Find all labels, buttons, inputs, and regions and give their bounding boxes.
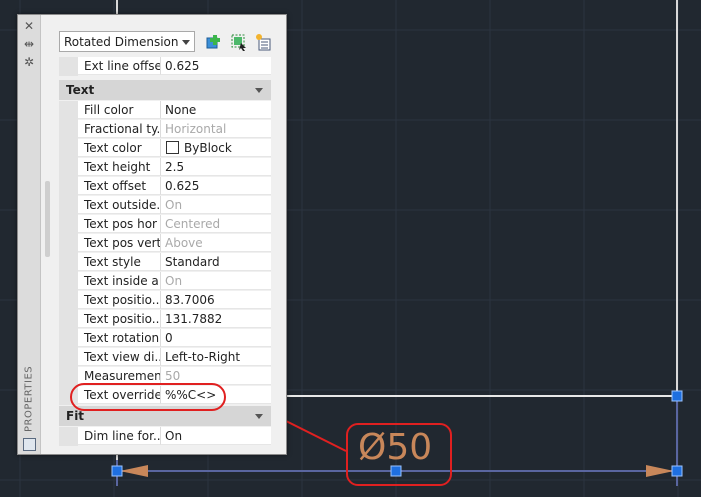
property-value[interactable]: 0.625 bbox=[161, 57, 271, 75]
property-value[interactable]: None bbox=[161, 101, 271, 119]
property-row[interactable]: Text pos hor Centered bbox=[59, 215, 271, 234]
palette-options-icon[interactable] bbox=[23, 438, 36, 451]
property-row[interactable]: Text outside... On bbox=[59, 196, 271, 215]
property-name: Text pos vert bbox=[78, 234, 161, 252]
property-row[interactable]: Text inside a...On bbox=[59, 272, 271, 291]
property-row[interactable]: Text pos vert Above bbox=[59, 234, 271, 253]
property-value: Above bbox=[161, 234, 271, 252]
property-value: Horizontal bbox=[161, 120, 271, 138]
property-name: Fill color bbox=[78, 101, 161, 119]
property-name: Text pos hor bbox=[78, 215, 161, 233]
property-name: Dim line for... bbox=[78, 427, 161, 445]
property-value[interactable]: On bbox=[161, 427, 271, 445]
property-value[interactable]: 2.5 bbox=[161, 158, 271, 176]
property-row[interactable]: Fill color None bbox=[59, 101, 271, 120]
color-swatch-icon bbox=[166, 141, 179, 154]
property-value[interactable]: 0.625 bbox=[161, 177, 271, 195]
property-row[interactable]: Text positio... 83.7006 bbox=[59, 291, 271, 310]
property-name: Text positio... bbox=[78, 291, 161, 309]
property-name: Text height bbox=[78, 158, 161, 176]
annotation-circle-dimension bbox=[346, 423, 452, 486]
property-row[interactable]: Text view di... Left-to-Right bbox=[59, 348, 271, 367]
property-name: Text view di... bbox=[78, 348, 161, 366]
property-row[interactable]: Text offset 0.625 bbox=[59, 177, 271, 196]
property-row[interactable]: Text rotation 0 bbox=[59, 329, 271, 348]
object-type-select[interactable]: Rotated Dimension bbox=[59, 31, 195, 52]
property-grid-scrollbar[interactable] bbox=[273, 57, 285, 449]
section-header-text[interactable]: Text bbox=[59, 80, 271, 100]
grip-right[interactable] bbox=[671, 465, 683, 477]
property-name: Text rotation bbox=[78, 329, 161, 347]
property-name: Text positio... bbox=[78, 310, 161, 328]
property-name: Fractional ty... bbox=[78, 120, 161, 138]
annotation-circle-override bbox=[70, 383, 226, 411]
property-value: On bbox=[161, 272, 271, 290]
property-row[interactable]: Text height 2.5 bbox=[59, 158, 271, 177]
property-value[interactable]: Left-to-Right bbox=[161, 348, 271, 366]
property-name: Text style bbox=[78, 253, 161, 271]
property-value: On bbox=[161, 196, 271, 214]
settings-icon[interactable]: ✲ bbox=[22, 55, 36, 69]
property-row[interactable]: Fractional ty... Horizontal bbox=[59, 120, 271, 139]
property-value-text: ByBlock bbox=[184, 141, 232, 155]
property-value[interactable]: 131.7882 bbox=[161, 310, 271, 328]
property-value[interactable]: ByBlock bbox=[161, 139, 271, 157]
property-value[interactable]: 83.7006 bbox=[161, 291, 271, 309]
close-icon[interactable]: ✕ bbox=[22, 19, 36, 33]
select-objects-icon[interactable] bbox=[230, 33, 248, 51]
section-title: Fit bbox=[66, 409, 85, 423]
object-type-value: Rotated Dimension bbox=[64, 35, 179, 49]
palette-title: PROPERTIES bbox=[23, 365, 35, 433]
property-row-ext-line-offset[interactable]: Ext line offset 0.625 bbox=[59, 57, 271, 76]
property-value: Centered bbox=[161, 215, 271, 233]
collapse-icon bbox=[255, 88, 263, 93]
palette-resize-handle[interactable] bbox=[45, 181, 50, 257]
property-name: Text inside a... bbox=[78, 272, 161, 290]
chevron-down-icon bbox=[182, 40, 190, 45]
property-row[interactable]: Text positio... 131.7882 bbox=[59, 310, 271, 329]
property-row[interactable]: Text style Standard bbox=[59, 253, 271, 272]
property-name: Text outside... bbox=[78, 196, 161, 214]
property-value[interactable]: Standard bbox=[161, 253, 271, 271]
collapse-icon bbox=[255, 414, 263, 419]
property-name: Ext line offset bbox=[78, 57, 161, 75]
quick-select-icon[interactable] bbox=[205, 33, 223, 51]
property-name: Text color bbox=[78, 139, 161, 157]
autohide-icon[interactable]: ⇹ bbox=[22, 37, 36, 51]
property-value[interactable]: 0 bbox=[161, 329, 271, 347]
grip-corner[interactable] bbox=[671, 390, 683, 402]
toggle-pickadd-icon[interactable] bbox=[254, 33, 272, 51]
grip-left[interactable] bbox=[111, 465, 123, 477]
property-name: Text offset bbox=[78, 177, 161, 195]
section-title: Text bbox=[66, 83, 95, 97]
palette-title-strip[interactable]: ✕ ⇹ ✲ PROPERTIES bbox=[18, 15, 41, 454]
property-row[interactable]: Text color ByBlock bbox=[59, 139, 271, 158]
property-row-dim-line-forced[interactable]: Dim line for... On bbox=[59, 427, 271, 446]
